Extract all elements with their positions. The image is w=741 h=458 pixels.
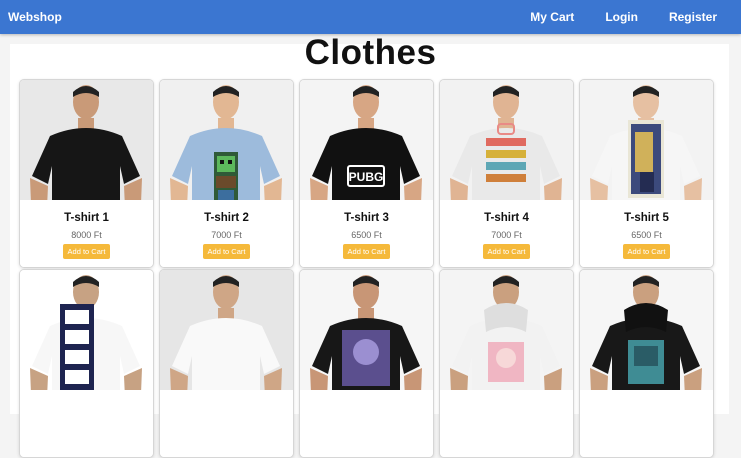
product-card[interactable]: T-shirt 5 6500 Ft Add to Cart	[579, 79, 714, 268]
product-info	[440, 390, 573, 457]
add-to-cart-button[interactable]: Add to Cart	[202, 244, 251, 259]
product-card[interactable]: T-shirt 4 7000 Ft Add to Cart	[439, 79, 574, 268]
product-name: T-shirt 5	[624, 212, 669, 224]
nav-links: My Cart Login Register	[499, 0, 717, 34]
product-price: 7000 Ft	[491, 230, 522, 240]
product-info: T-shirt 1 8000 Ft Add to Cart	[20, 200, 153, 267]
product-image	[160, 270, 293, 390]
product-image	[20, 80, 153, 200]
product-image	[580, 80, 713, 200]
product-name: T-shirt 4	[484, 212, 529, 224]
add-to-cart-button[interactable]: Add to Cart	[62, 244, 111, 259]
product-info	[20, 390, 153, 457]
product-price: 6500 Ft	[631, 230, 662, 240]
svg-text:PUBG: PUBG	[349, 170, 384, 184]
product-image	[440, 270, 573, 390]
register-link[interactable]: Register	[669, 0, 717, 34]
product-info	[160, 390, 293, 457]
product-card[interactable]: T-shirt 2 7000 Ft Add to Cart	[159, 79, 294, 268]
brand-link[interactable]: Webshop	[8, 0, 62, 34]
product-name: T-shirt 3	[344, 212, 389, 224]
product-card[interactable]	[159, 269, 294, 458]
product-info	[300, 390, 433, 457]
product-info: T-shirt 4 7000 Ft Add to Cart	[440, 200, 573, 267]
navbar: Webshop My Cart Login Register	[0, 0, 741, 34]
product-image	[160, 80, 293, 200]
product-image: PUBG	[300, 80, 433, 200]
product-price: 8000 Ft	[71, 230, 102, 240]
product-card[interactable]	[439, 269, 574, 458]
product-info: T-shirt 3 6500 Ft Add to Cart	[300, 200, 433, 267]
my-cart-link[interactable]: My Cart	[530, 0, 574, 34]
product-image	[580, 270, 713, 390]
product-card[interactable]: T-shirt 1 8000 Ft Add to Cart	[19, 79, 154, 268]
product-image	[440, 80, 573, 200]
product-price: 6500 Ft	[351, 230, 382, 240]
product-name: T-shirt 2	[204, 212, 249, 224]
login-link[interactable]: Login	[605, 0, 638, 34]
product-card[interactable]	[579, 269, 714, 458]
product-image	[300, 270, 433, 390]
product-info	[580, 390, 713, 457]
product-image	[20, 270, 153, 390]
product-card[interactable]	[19, 269, 154, 458]
product-info: T-shirt 5 6500 Ft Add to Cart	[580, 200, 713, 267]
product-name: T-shirt 1	[64, 212, 109, 224]
product-price: 7000 Ft	[211, 230, 242, 240]
product-info: T-shirt 2 7000 Ft Add to Cart	[160, 200, 293, 267]
add-to-cart-button[interactable]: Add to Cart	[622, 244, 671, 259]
product-card[interactable]	[299, 269, 434, 458]
product-card[interactable]: PUBG T-shirt 3 6500 Ft Add to Cart	[299, 79, 434, 268]
add-to-cart-button[interactable]: Add to Cart	[482, 244, 531, 259]
add-to-cart-button[interactable]: Add to Cart	[342, 244, 391, 259]
page-title: Clothes	[304, 33, 437, 72]
